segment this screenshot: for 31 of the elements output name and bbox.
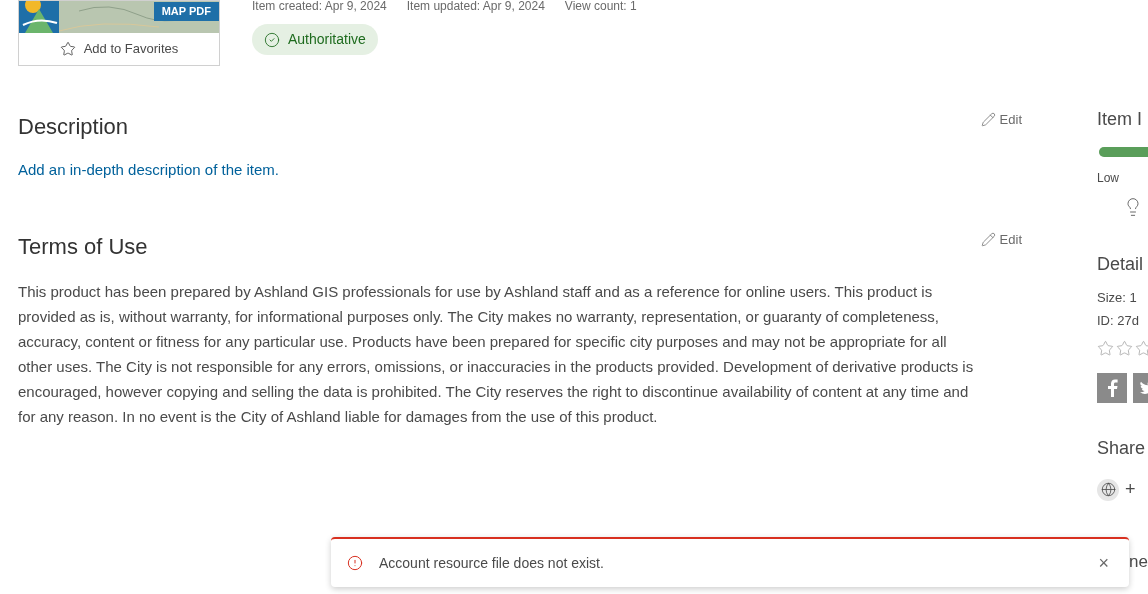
rating-star-icon[interactable] (1135, 340, 1148, 357)
map-pdf-label: MAP PDF (153, 2, 219, 21)
globe-icon (1097, 478, 1119, 501)
panel-heading: Share (1097, 437, 1147, 460)
pencil-icon (980, 112, 996, 128)
edit-button[interactable]: Edit (980, 110, 1022, 130)
item-meta-text: Item updated: Apr 9, 2024 (406, 0, 545, 12)
item-meta-text: View count: 1 (564, 0, 637, 12)
edit-button[interactable]: Edit (980, 229, 1022, 249)
section-heading: Description (18, 113, 129, 141)
panel-heading: Item I (1097, 108, 1143, 131)
detail-text: Size: 1 (1097, 289, 1138, 307)
facebook-icon[interactable] (1097, 373, 1127, 403)
panel-heading: ne (1129, 551, 1148, 573)
terms-paragraph: This product has been prepared by Ashland GIS professionals for use by Ashland staff and as a reference for online users. This product is provided as is, without warranty, for informational purposes only. The City makes no warranty, representation, or guaranty of completeness, accuracy, content or fitness for any particular use. Products have been prepared for specific city purposes and may not be appropriate for all other uses. The City is not responsible for any errors, omissions, or inaccuracies in the products provided. Development of derivative products is encouraged, however copying and selling the data is prohibited. The City reserves the right to discontinue availability of content at any time and for any reason. In no event is the City of Ashland liable for damages from the use of this product. (18, 281, 975, 427)
close-button[interactable]: × (1094, 549, 1113, 577)
section-heading: Terms of Use (18, 232, 148, 261)
level-label: Low (1097, 170, 1120, 187)
plus-text: + (1125, 478, 1136, 501)
detail-text: ID: 27d (1097, 311, 1140, 330)
pencil-icon (980, 231, 996, 247)
add-description-link[interactable]: Add an in-depth description of the item. (18, 159, 279, 182)
rating-star-icon[interactable] (1116, 340, 1133, 357)
toast-message: Account resource file does not exist. (379, 553, 605, 573)
rating-star-icon[interactable] (1097, 340, 1114, 357)
panel-heading: Detail (1097, 253, 1145, 276)
item-meta-text: Item created: Apr 9, 2024 (252, 0, 387, 12)
error-icon (347, 555, 363, 571)
star-icon (59, 41, 76, 57)
authoritative-badge: Authoritative (252, 24, 378, 55)
check-circle-icon (264, 31, 280, 48)
